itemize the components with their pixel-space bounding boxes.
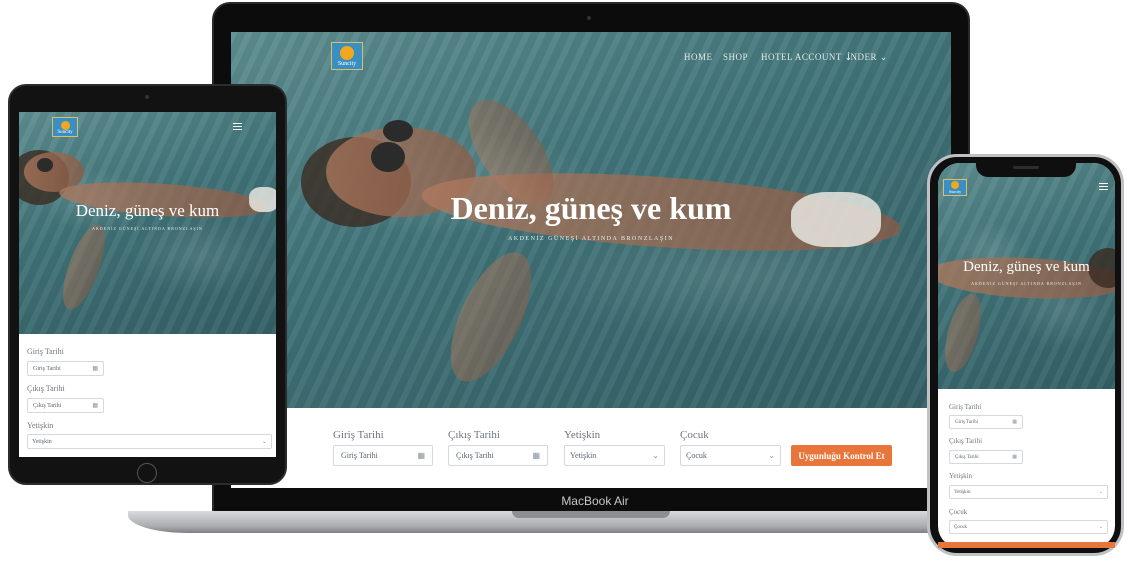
adults-select[interactable]: Yetişkin ⌄ <box>564 445 665 466</box>
sun-icon <box>60 121 70 130</box>
checkout-label: Çıkış Tarihi <box>448 429 500 441</box>
checkin-input[interactable]: Giriş Tarihi ▦ <box>333 445 433 466</box>
logo-text: Suncity <box>948 189 962 194</box>
check-availability-button[interactable] <box>938 542 1115 548</box>
checkout-input[interactable]: Çıkış Tarihi ▦ <box>949 450 1023 464</box>
checkout-label: Çıkış Tarihi <box>949 437 983 445</box>
adults-label: Yetişkin <box>27 421 54 430</box>
hero-title: Deniz, güneş ve kum <box>963 259 1090 275</box>
checkout-input[interactable]: Çıkış Tarihi ▦ <box>448 445 548 466</box>
nav-shop[interactable]: SHOP <box>723 52 748 62</box>
checkin-label: Giriş Tarihi <box>949 403 982 411</box>
adults-label: Yetişkin <box>949 472 973 480</box>
checkin-input[interactable]: Giriş Tarihi ▦ <box>949 415 1023 429</box>
phone-screen: Suncity Deniz, güneş ve kum AKDENİZ GÜNE… <box>938 163 1115 548</box>
calendar-icon: ▦ <box>532 451 540 460</box>
calendar-icon: ▦ <box>92 403 98 409</box>
laptop-camera <box>587 16 591 20</box>
tablet-home-button[interactable] <box>137 463 157 483</box>
checkout-input[interactable]: Çıkış Tarihi ▦ <box>27 398 104 413</box>
children-label: Çocuk <box>680 429 709 441</box>
laptop-screen: Suncity HOME SHOP HOTEL ACCOUNT ⌄ İNDER … <box>231 32 951 488</box>
children-select[interactable]: Çocuk ⌄ <box>680 445 781 466</box>
hero-image: Suncity Deniz, güneş ve kum AKDENİZ GÜNE… <box>19 112 276 334</box>
site-logo[interactable]: Suncity <box>52 117 78 137</box>
hero-title: Deniz, güneş ve kum <box>450 190 732 226</box>
nav-inder[interactable]: İNDER ⌄ <box>847 52 888 63</box>
children-select[interactable]: Çocuk ⌄ <box>949 520 1108 534</box>
chevron-down-icon: ⌄ <box>1098 490 1103 495</box>
tablet-camera <box>145 95 149 99</box>
calendar-icon: ▦ <box>417 451 425 460</box>
children-label: Çocuk <box>949 508 968 516</box>
chevron-down-icon: ⌄ <box>261 439 267 445</box>
hamburger-menu-icon[interactable] <box>233 123 242 130</box>
adults-select[interactable]: Yetişkin ⌄ <box>27 434 272 449</box>
nav-hotel-account[interactable]: HOTEL ACCOUNT ⌄ <box>761 52 853 63</box>
calendar-icon: ▦ <box>1012 455 1017 460</box>
checkin-label: Giriş Tarihi <box>27 347 64 356</box>
logo-text: Suncity <box>337 61 357 67</box>
calendar-icon: ▦ <box>1012 420 1017 425</box>
chevron-down-icon: ⌄ <box>652 451 659 460</box>
hero-subtitle: AKDENİZ GÜNEŞİ ALTINDA BRONZLAŞIN <box>507 236 675 242</box>
hamburger-menu-icon[interactable] <box>1099 183 1108 190</box>
laptop-notch <box>512 511 670 518</box>
chevron-down-icon: ⌄ <box>768 451 775 460</box>
adults-select[interactable]: Yetişkin ⌄ <box>949 485 1108 499</box>
hero-image: Suncity HOME SHOP HOTEL ACCOUNT ⌄ İNDER … <box>231 32 951 408</box>
hero-image: Suncity Deniz, güneş ve kum AKDENİZ GÜNE… <box>938 163 1115 389</box>
checkin-label: Giriş Tarihi <box>333 429 384 441</box>
sunglasses <box>37 158 53 172</box>
check-availability-button[interactable]: Uygunluğu Kontrol Et <box>791 445 892 466</box>
site-logo[interactable]: Suncity <box>331 42 363 70</box>
laptop-brand-label: MacBook Air <box>561 494 629 508</box>
chevron-down-icon: ⌄ <box>1098 525 1103 530</box>
sun-icon <box>340 46 354 60</box>
phone-speaker <box>1013 166 1039 169</box>
logo-text: Suncity <box>57 130 73 135</box>
hero-subtitle: AKDENİZ GÜNEŞİ ALTINDA BRONZLAŞIN <box>971 281 1082 286</box>
checkout-label: Çıkış Tarihi <box>27 384 65 393</box>
hero-title: Deniz, güneş ve kum <box>75 201 220 220</box>
site-logo[interactable]: Suncity <box>943 179 967 196</box>
nav-home[interactable]: HOME <box>684 52 713 62</box>
adults-label: Yetişkin <box>564 429 601 441</box>
sun-icon <box>951 181 959 189</box>
tablet-screen: Suncity Deniz, güneş ve kum AKDENİZ GÜNE… <box>19 112 276 457</box>
hero-subtitle: AKDENİZ GÜNEŞİ ALTINDA BRONZLAŞIN <box>92 226 203 231</box>
sunglasses <box>371 142 405 172</box>
checkin-input[interactable]: Giriş Tarihi ▦ <box>27 361 104 376</box>
calendar-icon: ▦ <box>92 366 98 372</box>
